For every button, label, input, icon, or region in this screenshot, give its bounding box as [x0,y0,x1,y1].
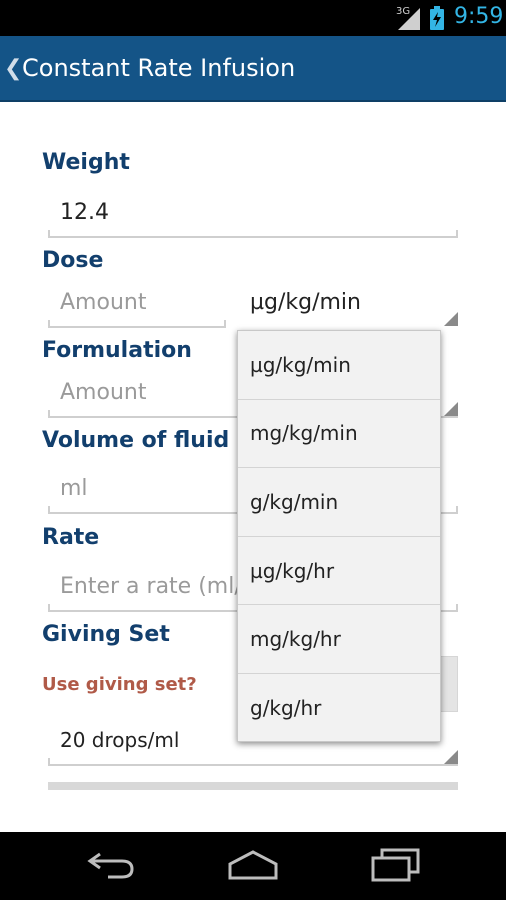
giving-set-label: Giving Set [42,622,170,647]
formulation-label: Formulation [42,338,192,363]
dropdown-option[interactable]: mg/kg/min [238,400,440,469]
action-bar: ❮ Constant Rate Infusion [0,36,506,102]
status-bar: 3G 9:59 [0,0,506,36]
dropdown-option[interactable]: mg/kg/hr [238,605,440,674]
volume-label: Volume of fluid [42,428,230,453]
dose-unit-value: µg/kg/min [250,290,361,315]
giving-set-value: 20 drops/ml [60,728,180,752]
rate-placeholder: Enter a rate (ml/ [60,574,242,599]
dose-label: Dose [42,248,104,273]
dropdown-triangle-icon [444,312,458,326]
dropdown-option[interactable]: µg/kg/hr [238,537,440,606]
navigation-bar [0,832,506,900]
weight-field[interactable]: 12.4 [48,192,458,238]
status-time: 9:59 [454,4,504,29]
use-giving-set-label: Use giving set? [42,674,197,695]
dose-unit-spinner[interactable]: µg/kg/min [238,282,458,328]
dropdown-option[interactable]: g/kg/min [238,468,440,537]
chevron-left-icon[interactable]: ❮ [4,56,22,81]
weight-label: Weight [42,150,130,175]
dropdown-triangle-icon [444,402,458,416]
nav-back-icon[interactable] [86,848,138,882]
unit-dropdown-list: µg/kg/min mg/kg/min g/kg/min µg/kg/hr mg… [237,330,441,742]
dose-amount-placeholder: Amount [60,290,147,315]
dropdown-triangle-icon [444,750,458,764]
dropdown-option[interactable]: g/kg/hr [238,674,440,743]
calculate-bar[interactable] [48,782,458,790]
dose-amount-input[interactable]: Amount [48,282,226,328]
nav-recents-icon[interactable] [370,848,422,882]
page-title[interactable]: Constant Rate Infusion [22,54,295,82]
formulation-placeholder: Amount [60,380,147,405]
dropdown-option[interactable]: µg/kg/min [238,331,440,400]
battery-charging-icon [430,6,444,30]
signal-icon [398,8,420,30]
nav-home-icon[interactable] [226,848,280,882]
weight-value: 12.4 [60,200,109,225]
volume-placeholder: ml [60,476,88,501]
rate-label: Rate [42,525,100,550]
